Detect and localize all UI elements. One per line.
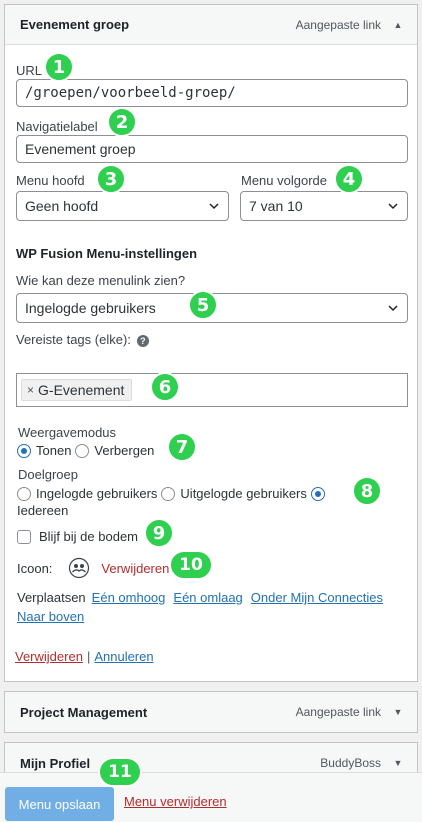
icon-label: Icoon:: [17, 560, 53, 576]
sticky-option: Blijf bij de bodem: [17, 529, 142, 544]
caret-up-icon[interactable]: ▲: [393, 20, 403, 30]
menu-order-label: Menu volgorde: [241, 173, 327, 188]
move-row: Verplaatsen Eén omhoog Eén omlaag Onder …: [17, 590, 383, 605]
menu-item-type: BuddyBoss: [320, 756, 381, 770]
annotation-badge: 8: [352, 476, 382, 506]
menu-item-header[interactable]: Project Management Aangepaste link ▼: [5, 692, 417, 732]
sticky-checkbox[interactable]: [17, 529, 31, 544]
navigation-label-value: Evenement groep: [25, 141, 136, 157]
target-logged-out-label: Uitgelogde gebruikers: [180, 486, 307, 501]
move-up-link[interactable]: Eén omhoog: [92, 590, 166, 605]
annotation-badge: 2: [107, 107, 137, 137]
tag-label: G-Evenement: [38, 382, 125, 398]
menu-order-select[interactable]: 7 van 10: [240, 191, 408, 221]
url-input[interactable]: /groepen/voorbeeld-groep/: [16, 79, 408, 107]
visibility-question: Wie kan deze menulink zien?: [16, 273, 186, 288]
display-hide-radio[interactable]: [75, 443, 90, 458]
url-value: /groepen/voorbeeld-groep/: [25, 85, 236, 101]
menu-parent-value: Geen hoofd: [25, 198, 99, 214]
group-icon[interactable]: [68, 557, 90, 579]
target-logged-in-label: Ingelogde gebruikers: [36, 486, 158, 501]
annotation-badge: 1: [44, 52, 74, 82]
navigation-label-input[interactable]: Evenement groep: [16, 135, 408, 163]
menu-parent-select[interactable]: Geen hoofd: [16, 191, 229, 221]
menu-item-title: Project Management: [20, 704, 148, 720]
target-everyone-radio[interactable]: [310, 486, 325, 501]
actions-separator: |: [86, 649, 91, 664]
move-top-link[interactable]: Naar boven: [17, 609, 84, 624]
icon-remove-link[interactable]: Verwijderen: [101, 561, 169, 576]
help-icon[interactable]: ?: [136, 334, 149, 347]
annotation-badge: 4: [334, 164, 364, 194]
annotation-badge: 9: [144, 518, 174, 548]
display-hide-label: Verbergen: [94, 443, 155, 458]
chevron-down-icon: [388, 203, 398, 210]
menu-item-title: Evenement groep: [20, 17, 130, 32]
annotation-badge: 3: [96, 164, 126, 194]
required-tags-input[interactable]: × G-Evenement: [16, 373, 408, 407]
display-mode-options: Tonen Verbergen: [17, 443, 158, 458]
menu-item-title: Mijn Profiel: [20, 755, 91, 771]
annotation-badge: 5: [188, 290, 218, 320]
navigation-label-label: Navigatielabel: [16, 119, 98, 134]
menu-item-panel-evenement-groep: Evenement groep Aangepaste link ▲ URL /g…: [4, 4, 418, 682]
annotation-badge: 7: [167, 432, 197, 462]
display-show-label: Tonen: [36, 443, 72, 458]
icon-row: Icoon: Verwijderen: [17, 557, 169, 579]
display-show-radio[interactable]: [17, 443, 31, 458]
target-logged-out-radio[interactable]: [161, 486, 176, 501]
annotation-badge: 11: [98, 757, 142, 787]
save-menu-button[interactable]: Menu opslaan: [5, 787, 114, 821]
delete-menu-link[interactable]: Menu verwijderen: [124, 794, 227, 809]
wp-fusion-heading: WP Fusion Menu-instellingen: [16, 246, 198, 261]
menu-item-header[interactable]: Evenement groep Aangepaste link ▲: [5, 5, 417, 45]
required-tags-label: Vereiste tags (elke):?: [16, 332, 149, 347]
display-mode-label: Weergavemodus: [18, 425, 117, 440]
caret-down-icon[interactable]: ▼: [393, 707, 403, 717]
chevron-down-icon: [209, 203, 219, 210]
required-tags-text: Vereiste tags (elke):: [16, 332, 131, 347]
target-everyone-label: Iedereen: [17, 503, 69, 518]
item-actions: Verwijderen | Annuleren: [15, 649, 154, 664]
annotation-badge: 10: [169, 550, 213, 580]
url-label: URL: [16, 63, 43, 78]
chevron-down-icon: [388, 305, 398, 312]
menu-item-type: Aangepaste link: [295, 17, 381, 32]
annotation-badge: 6: [150, 372, 180, 402]
menu-parent-label: Menu hoofd: [16, 173, 85, 188]
move-under-link[interactable]: Onder Mijn Connecties: [251, 590, 383, 605]
sticky-label: Blijf bij de bodem: [39, 529, 138, 544]
menu-item-type: Aangepaste link: [295, 705, 381, 719]
cancel-link[interactable]: Annuleren: [94, 649, 153, 664]
move-down-link[interactable]: Eén omlaag: [173, 590, 242, 605]
target-logged-in-radio[interactable]: [17, 486, 31, 501]
target-options: Ingelogde gebruikers Uitgelogde gebruike…: [17, 486, 325, 501]
move-label: Verplaatsen: [17, 590, 86, 605]
menu-order-value: 7 van 10: [249, 198, 303, 214]
menu-footer: Menu opslaan Menu verwijderen: [0, 772, 422, 822]
caret-down-icon[interactable]: ▼: [393, 758, 403, 768]
target-label: Doelgroep: [18, 467, 78, 482]
tag-chip: × G-Evenement: [21, 379, 133, 401]
menu-item-panel-project-management: Project Management Aangepaste link ▼: [4, 691, 418, 733]
remove-tag-icon[interactable]: ×: [27, 383, 34, 397]
remove-item-link[interactable]: Verwijderen: [15, 649, 83, 664]
